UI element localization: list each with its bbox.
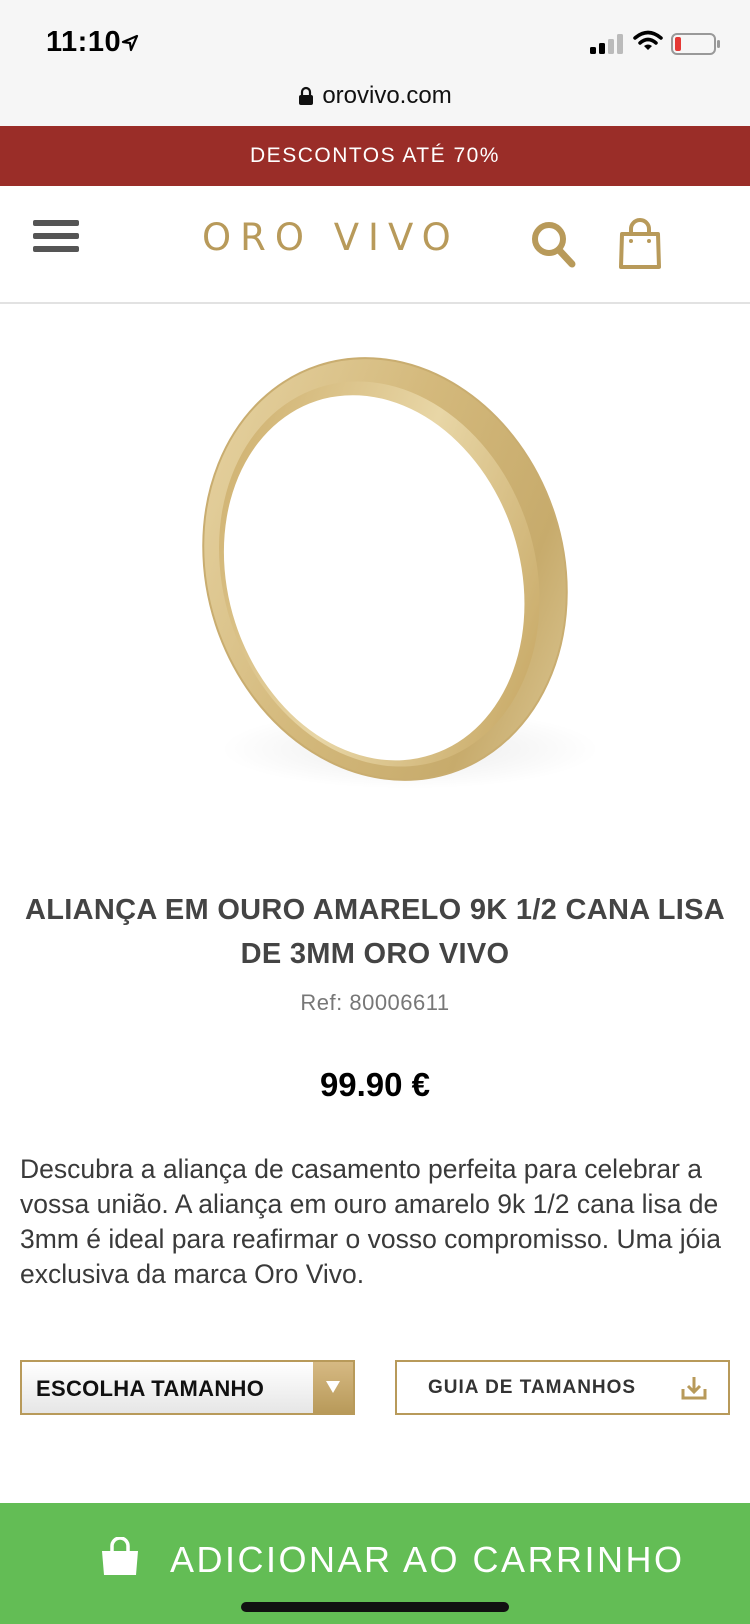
site-header: ORO VIVO	[0, 186, 750, 304]
product-ref: Ref: 80006611	[300, 990, 450, 1015]
product-price: 99.90 €	[319, 1066, 431, 1103]
signal-icon	[590, 34, 623, 54]
status-time: 11:10	[46, 26, 122, 58]
size-select-arrow[interactable]	[313, 1362, 353, 1413]
size-guide-button[interactable]: GUIA DE TAMANHOS	[395, 1360, 730, 1415]
chevron-down-icon	[326, 1381, 340, 1393]
add-to-cart-button[interactable]: ADICIONAR AO CARRINHO	[0, 1503, 750, 1624]
status-bar: 11:10	[0, 0, 750, 76]
size-select-value: ESCOLHA TAMANHO	[36, 1376, 265, 1401]
shopping-bag-icon	[102, 1537, 138, 1575]
gold-ring-image	[202, 357, 600, 789]
menu-icon[interactable]	[33, 220, 79, 260]
size-guide-label: GUIA DE TAMANHOS	[428, 1377, 637, 1398]
download-icon	[681, 1377, 707, 1400]
wifi-icon	[633, 30, 663, 50]
product-title: ALIANÇA EM OURO AMARELO 9K 1/2 CANA LISA…	[25, 894, 725, 970]
size-select-dropdown[interactable]: ESCOLHA TAMANHO	[20, 1360, 355, 1415]
url-text: orovivo.com	[322, 82, 452, 109]
site-logo[interactable]: ORO VIVO	[202, 216, 460, 259]
shopping-bag-icon[interactable]	[618, 218, 662, 270]
search-icon[interactable]	[530, 220, 578, 270]
promo-banner[interactable]: DESCONTOS ATÉ 70%	[0, 126, 750, 186]
lock-icon	[299, 86, 314, 105]
location-arrow-icon	[121, 34, 139, 52]
add-to-cart-label: ADICIONAR AO CARRINHO	[170, 1539, 685, 1580]
home-indicator	[241, 1602, 509, 1612]
browser-url-bar[interactable]: orovivo.com	[0, 76, 750, 126]
product-description: Descubra a aliança de casamento perfeita…	[20, 1154, 722, 1289]
battery-low-icon	[671, 33, 720, 55]
